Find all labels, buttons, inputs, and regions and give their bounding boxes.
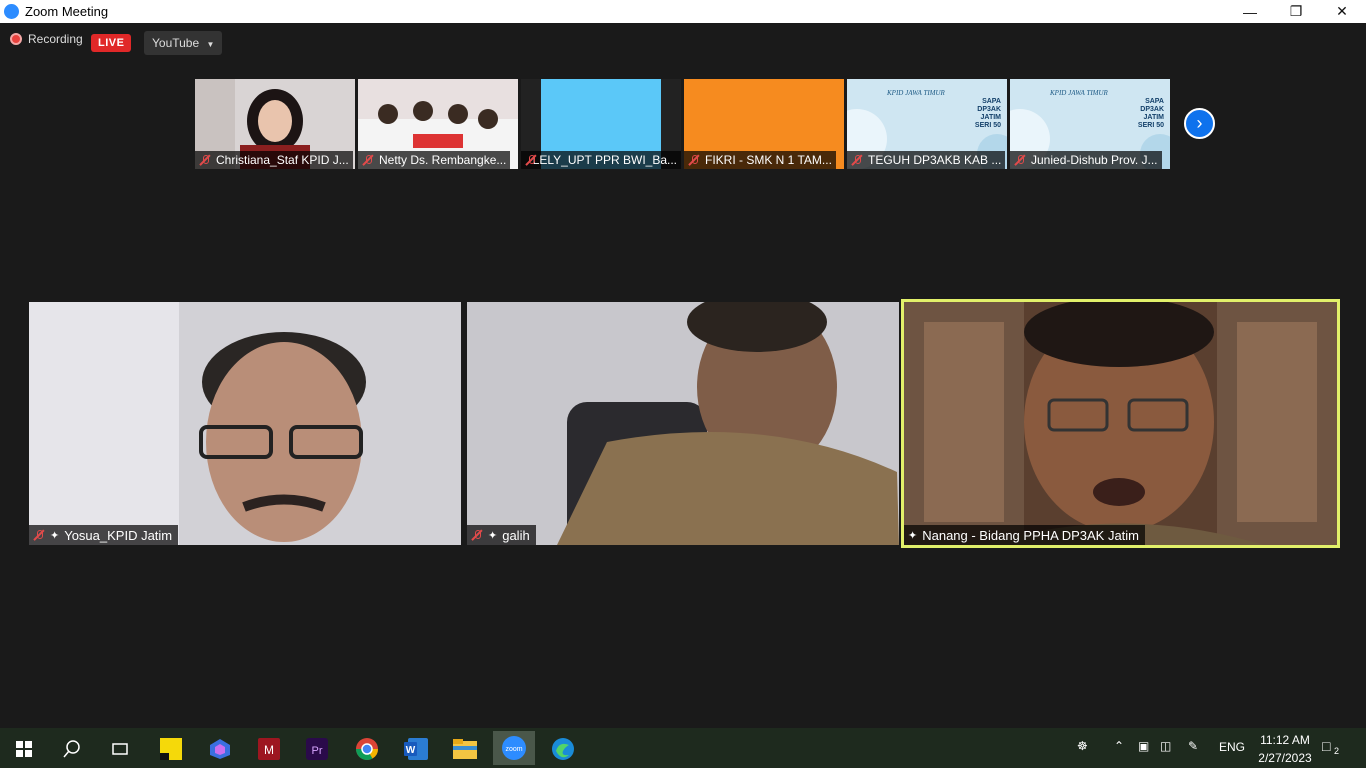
mic-muted-icon [33, 529, 45, 541]
mic-muted-icon [688, 154, 700, 166]
clock-time: 11:12 AM [1260, 733, 1310, 747]
file-explorer-icon[interactable] [448, 734, 482, 764]
close-button[interactable]: ✕ [1319, 0, 1365, 23]
participant-name: TEGUH DP3AKB KAB ... [868, 153, 1002, 167]
svg-text:zoom: zoom [505, 746, 522, 753]
chrome-icon[interactable] [350, 734, 384, 764]
video-tile[interactable]: ✦ galih [467, 302, 899, 545]
mic-muted-icon [471, 529, 483, 541]
participant-name: galih [502, 527, 530, 543]
zoom-app-icon [4, 4, 19, 19]
chevron-up-icon[interactable]: ⌃ [1114, 739, 1124, 753]
zoom-taskbar-icon[interactable]: zoom [493, 731, 535, 765]
notifications-icon[interactable]: □ [1322, 738, 1330, 754]
search-icon[interactable] [55, 734, 89, 764]
participant-name: Christiana_Staf KPID J... [216, 153, 349, 167]
participant-name: Nanang - Bidang PPHA DP3AK Jatim [922, 527, 1139, 543]
participant-video [467, 302, 899, 545]
svg-text:KPID JAWA TIMUR: KPID JAWA TIMUR [1049, 89, 1109, 97]
windows-start-icon[interactable] [7, 734, 41, 764]
participant-name: LELY_UPT PPR BWI_Ba... [532, 153, 677, 167]
meeting-stage: Recording LIVE YouTube ▼ Christiana_Staf… [0, 23, 1366, 728]
participant-thumbnail[interactable]: KPID JAWA TIMUR SAPA DP3AK JATIM SERI 50… [847, 79, 1007, 169]
participant-name: Netty Ds. Rembangke... [379, 153, 507, 167]
recording-label: Recording [28, 32, 83, 46]
slide-line: DP3AK [1140, 106, 1164, 113]
record-icon [10, 33, 22, 45]
mic-muted-icon [525, 154, 535, 166]
system-clock[interactable]: 11:12 AM 2/27/2023 [1250, 731, 1320, 767]
mendeley-icon[interactable]: M [252, 734, 286, 764]
copilot-icon[interactable] [203, 734, 237, 764]
chevron-right-icon: › [1196, 113, 1203, 133]
mic-muted-icon [362, 154, 374, 166]
slide-line: JATIM [1144, 114, 1165, 121]
chevron-down-icon: ▼ [206, 40, 215, 49]
svg-text:M: M [264, 743, 274, 757]
participant-thumbnail[interactable]: Christiana_Staf KPID J... [195, 79, 355, 169]
windows-taskbar: M Pr W zoom ☸ ⌃ ▣ ◫ ✎ ENG □ 2 [0, 728, 1366, 768]
slide-line: SAPA [982, 98, 1001, 105]
svg-text:KPID JAWA TIMUR: KPID JAWA TIMUR [886, 89, 946, 97]
title-bar: Zoom Meeting — ❐ ✕ [0, 0, 1366, 23]
word-icon[interactable]: W [399, 734, 433, 764]
slide-line: SERI 50 [975, 122, 1001, 129]
clock-date: 2/27/2023 [1258, 751, 1312, 765]
participant-thumbnail[interactable]: Netty Ds. Rembangke... [358, 79, 518, 169]
people-icon[interactable]: ☸ [1077, 739, 1088, 753]
notification-count: 2 [1334, 746, 1340, 756]
participant-thumbnail[interactable]: FIKRI - SMK N 1 TAM... [684, 79, 844, 169]
restore-button[interactable]: ❐ [1273, 0, 1319, 23]
mic-muted-icon [1014, 154, 1026, 166]
mic-muted-icon [851, 154, 863, 166]
participant-name: FIKRI - SMK N 1 TAM... [705, 153, 832, 167]
participant-video [904, 302, 1337, 545]
live-badge[interactable]: LIVE [91, 34, 132, 52]
stream-target-dropdown[interactable]: YouTube ▼ [144, 31, 223, 55]
slide-line: JATIM [981, 114, 1002, 121]
recording-indicator[interactable]: Recording [10, 32, 83, 46]
meet-now-icon[interactable]: ▣ [1138, 739, 1149, 753]
sticky-notes-icon[interactable] [154, 734, 188, 764]
task-view-icon[interactable] [103, 734, 137, 764]
next-page-button[interactable]: › [1184, 108, 1215, 139]
stream-target-label: YouTube [152, 36, 200, 50]
window-title: Zoom Meeting [25, 4, 109, 19]
pin-icon: ✦ [488, 529, 498, 542]
minimize-button[interactable]: — [1227, 0, 1273, 23]
language-indicator[interactable]: ENG [1219, 740, 1245, 754]
edge-icon[interactable] [546, 734, 580, 764]
premiere-icon[interactable]: Pr [300, 734, 334, 764]
pen-icon[interactable]: ✎ [1188, 739, 1198, 753]
svg-text:Pr: Pr [312, 745, 323, 757]
participant-name: Yosua_KPID Jatim [64, 527, 173, 543]
participant-video [29, 302, 461, 545]
pin-icon: ✦ [908, 529, 918, 542]
active-speaker-tile[interactable]: ✦ Nanang - Bidang PPHA DP3AK Jatim [901, 299, 1340, 548]
mic-muted-icon [199, 154, 211, 166]
participant-name: Junied-Dishub Prov. J... [1031, 153, 1158, 167]
participant-thumbnail[interactable]: LELY_UPT PPR BWI_Ba... [521, 79, 681, 169]
video-tile[interactable]: ✦ Yosua_KPID Jatim [29, 302, 461, 545]
slide-line: SERI 50 [1138, 122, 1164, 129]
battery-icon[interactable]: ◫ [1160, 739, 1171, 753]
pin-icon: ✦ [50, 529, 60, 542]
participant-thumbnail[interactable]: KPID JAWA TIMUR SAPA DP3AK JATIM SERI 50… [1010, 79, 1170, 169]
slide-line: SAPA [1145, 98, 1164, 105]
slide-line: DP3AK [977, 106, 1001, 113]
svg-text:W: W [406, 745, 416, 756]
